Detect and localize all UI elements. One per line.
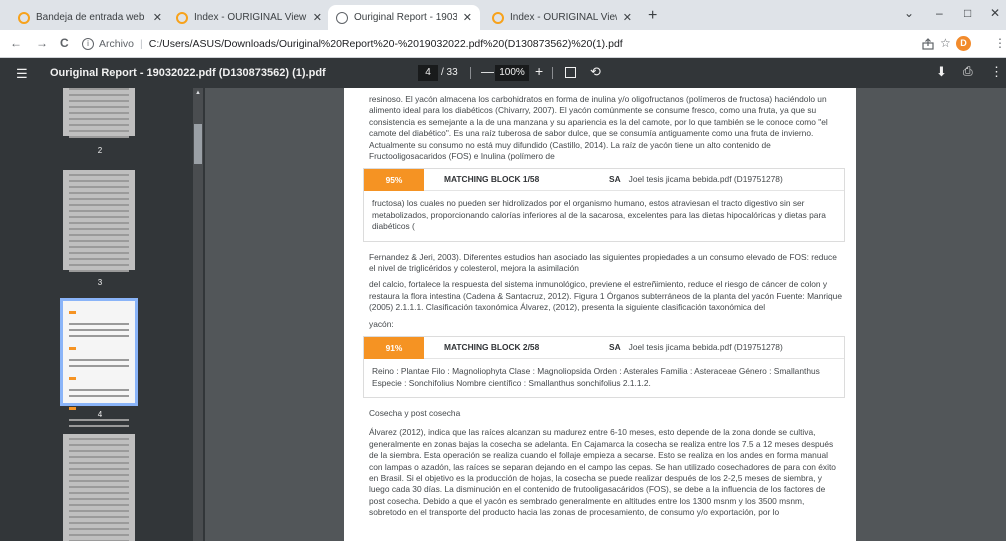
sidebar-scrollbar[interactable]: ▲ [193, 88, 203, 541]
hamburger-menu-icon[interactable]: ☰ [16, 66, 28, 82]
tab-index-ouriginal-2[interactable]: Index - OURIGINAL View ✕ [484, 5, 640, 30]
ouriginal-favicon-icon [176, 11, 188, 24]
tab-title: Ouriginal Report - 19032022.pdf [354, 12, 457, 23]
pdf-title: Ouriginal Report - 19032022.pdf (D130873… [50, 67, 326, 79]
tab-title: Index - OURIGINAL View [194, 12, 307, 23]
ouriginal-favicon-icon [492, 11, 504, 24]
matching-block-text: Reino : Plantae Filo : Magnoliophyta Cla… [372, 366, 820, 388]
thumbnail-number: 3 [97, 278, 103, 287]
paragraph: yacón: [369, 318, 394, 329]
paragraph: resinoso. El yacón almacena los carbohid… [369, 94, 828, 162]
forward-button[interactable]: → [36, 36, 48, 50]
back-button[interactable]: ← [10, 36, 22, 50]
scheme-label: Archivo [99, 38, 135, 50]
tab-search-icon[interactable]: ⌄ [904, 6, 914, 20]
avatar[interactable]: D [956, 36, 971, 51]
browser-tab-strip: Bandeja de entrada web ✕ Index - OURIGIN… [0, 0, 1006, 30]
page-scrollbar[interactable] [996, 88, 1006, 541]
page-thumbnail[interactable] [63, 434, 135, 541]
info-icon[interactable]: i [82, 38, 94, 50]
paragraph: Fernandez & Jeri, 2003). Diferentes estu… [369, 251, 837, 274]
matching-block-label: MATCHING BLOCK 2/58 [444, 341, 540, 352]
close-icon[interactable]: ✕ [313, 11, 322, 24]
zoom-out-button[interactable]: — [481, 64, 494, 79]
share-icon[interactable] [922, 38, 934, 50]
divider: | [140, 38, 143, 50]
more-options-icon[interactable]: ⋮ [990, 64, 1003, 80]
matching-block-header: 91% MATCHING BLOCK 2/58 SA Joel tesis ji… [364, 336, 844, 360]
scrollbar-thumb[interactable] [194, 124, 202, 164]
divider [470, 67, 471, 79]
page-thumbnail-selected[interactable] [60, 298, 138, 457]
star-icon[interactable]: ☆ [940, 36, 951, 50]
new-tab-button[interactable]: + [648, 7, 657, 25]
matching-block-label: MATCHING BLOCK 1/58 [444, 174, 540, 185]
zoom-input[interactable]: 100% [495, 65, 529, 81]
tab-ouriginal-report[interactable]: Ouriginal Report - 19032022.pdf ✕ [328, 5, 480, 30]
scroll-up-icon[interactable]: ▲ [195, 90, 201, 96]
tab-index-ouriginal[interactable]: Index - OURIGINAL View ✕ [168, 5, 330, 30]
tab-title: Bandeja de entrada web [36, 12, 145, 23]
matching-block-header: 95% MATCHING BLOCK 1/58 SA Joel tesis ji… [364, 168, 844, 192]
source-type: SA [609, 341, 621, 352]
url-text: C:/Users/ASUS/Downloads/Ouriginal%20Repo… [148, 38, 623, 50]
url-input[interactable]: i Archivo | C:/Users/ASUS/Downloads/Ouri… [82, 33, 942, 55]
thumbnail-sidebar: 2 3 4 [0, 88, 205, 541]
download-icon[interactable]: ⬇ [936, 64, 947, 80]
match-percent-badge: 91% [364, 336, 424, 359]
pdf-toolbar: ☰ Ouriginal Report - 19032022.pdf (D1308… [0, 58, 1006, 88]
match-percent-badge: 95% [364, 168, 424, 191]
rotate-icon[interactable]: ⟲ [590, 64, 601, 80]
divider [552, 67, 553, 79]
print-icon[interactable]: ⎙ [963, 64, 973, 79]
browser-menu-button[interactable]: ⋮ [994, 36, 1006, 50]
page-thumbnail[interactable] [63, 170, 135, 272]
close-icon[interactable]: ✕ [623, 11, 632, 24]
matching-block-text: fructosa) los cuales no pueden ser hidro… [372, 198, 826, 232]
paragraph: del calcio, fortalece la respuesta del s… [369, 279, 842, 313]
close-icon[interactable]: ✕ [463, 11, 472, 24]
paragraph: Álvarez (2012), indica que las raíces al… [369, 427, 836, 518]
section-heading: Cosecha y post cosecha [369, 407, 461, 418]
close-window-button[interactable]: ✕ [990, 6, 1000, 20]
thumbnail-number: 4 [97, 410, 103, 419]
source-type: SA [609, 174, 621, 185]
address-bar: ← → C i Archivo | C:/Users/ASUS/Download… [0, 30, 1006, 58]
minimize-button[interactable]: – [936, 6, 943, 20]
source-document-link[interactable]: Joel tesis jicama bebida.pdf (D19751278) [629, 342, 783, 353]
page-total: / 33 [441, 67, 458, 78]
fit-page-icon[interactable] [565, 67, 576, 78]
close-icon[interactable]: ✕ [153, 11, 162, 24]
page-number-input[interactable]: 4 [418, 65, 438, 81]
tab-bandeja[interactable]: Bandeja de entrada web ✕ [10, 5, 170, 30]
matching-block: 91% MATCHING BLOCK 2/58 SA Joel tesis ji… [363, 336, 845, 398]
page-thumbnail[interactable] [63, 88, 135, 138]
maximize-button[interactable]: □ [964, 6, 971, 20]
globe-icon [336, 11, 348, 24]
pdf-page: resinoso. El yacón almacena los carbohid… [344, 88, 856, 541]
tab-title: Index - OURIGINAL View [510, 12, 617, 23]
reload-button[interactable]: C [60, 36, 69, 50]
source-document-link[interactable]: Joel tesis jicama bebida.pdf (D19751278) [629, 174, 783, 185]
outlook-favicon-icon [18, 11, 30, 24]
matching-block: 95% MATCHING BLOCK 1/58 SA Joel tesis ji… [363, 168, 845, 242]
zoom-in-button[interactable]: + [535, 63, 543, 79]
thumbnail-number: 2 [97, 146, 103, 155]
